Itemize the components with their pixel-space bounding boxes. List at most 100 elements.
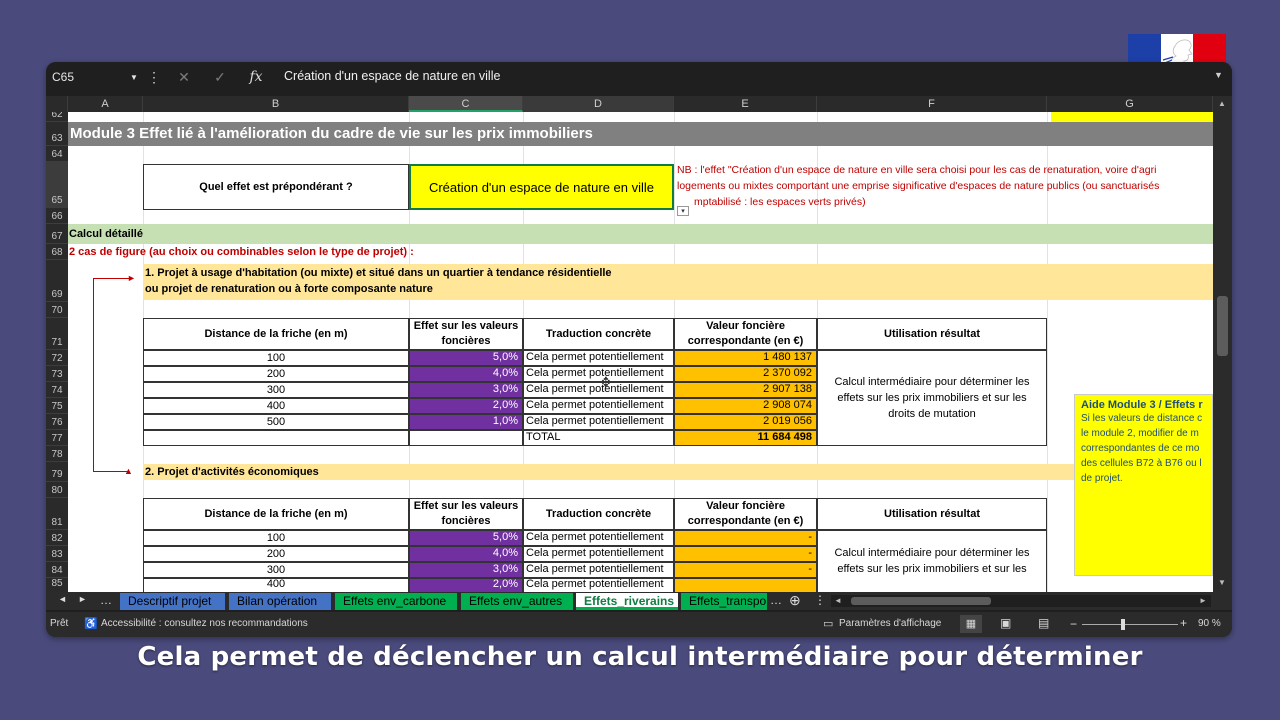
table2-header-utilisation[interactable]: Utilisation résultat xyxy=(817,498,1047,530)
help-note[interactable]: Aide Module 3 / Effets r Si les valeurs … xyxy=(1074,394,1213,576)
column-header-d[interactable]: D xyxy=(523,96,674,112)
row-header[interactable]: 68 xyxy=(46,244,68,260)
effet-cell[interactable]: 5,0% xyxy=(409,530,523,546)
column-header-a[interactable]: A xyxy=(68,96,143,112)
zoom-in-icon[interactable]: + xyxy=(1180,616,1187,630)
row-header[interactable]: 71 xyxy=(46,318,68,350)
table1-header-traduction[interactable]: Traduction concrète xyxy=(523,318,674,350)
row-header[interactable]: 62 xyxy=(46,112,68,122)
case2-banner[interactable]: 2. Projet d'activités économiques xyxy=(143,464,1213,480)
table2-header-valeur[interactable]: Valeur foncière correspondante (en €) xyxy=(674,498,817,530)
valeur-cell[interactable]: 2 370 092 xyxy=(674,366,817,382)
distance-cell[interactable]: 300 xyxy=(143,382,409,398)
zoom-out-icon[interactable]: − xyxy=(1070,617,1077,631)
row-header[interactable]: 83 xyxy=(46,546,68,562)
select-all-corner[interactable] xyxy=(46,96,68,112)
chevron-down-icon[interactable]: ▼ xyxy=(130,68,138,87)
scroll-up-icon[interactable]: ▲ xyxy=(1218,99,1226,108)
distance-cell[interactable]: 500 xyxy=(143,414,409,430)
empty-cell[interactable] xyxy=(143,430,409,446)
traduction-cell[interactable]: Cela permet potentiellement xyxy=(523,414,674,430)
zoom-level[interactable]: 90 % xyxy=(1198,618,1221,629)
column-header-f[interactable]: F xyxy=(817,96,1047,112)
row-header[interactable]: 73 xyxy=(46,366,68,382)
traduction-cell[interactable]: Cela permet potentiellement xyxy=(523,398,674,414)
case1-title[interactable]: 1. Projet à usage d'habitation (ou mixte… xyxy=(145,267,845,281)
row-header[interactable]: 74 xyxy=(46,382,68,398)
horizontal-scroll-thumb[interactable] xyxy=(851,597,991,605)
column-header-b[interactable]: B xyxy=(143,96,409,112)
effet-cell[interactable]: 4,0% xyxy=(409,546,523,562)
worksheet-grid[interactable]: 62 63 64 65 66 67 68 69 70 71 72 73 74 7… xyxy=(46,112,1213,597)
dropdown-arrow-icon[interactable]: ▾ xyxy=(677,206,689,216)
valeur-cell[interactable]: 2 908 074 xyxy=(674,398,817,414)
sheet-tab-bilan-operation[interactable]: Bilan opération xyxy=(229,593,331,610)
insert-function-icon[interactable]: fx xyxy=(246,67,266,87)
empty-cell[interactable] xyxy=(409,430,523,446)
effet-cell[interactable]: 3,0% xyxy=(409,562,523,578)
distance-cell[interactable]: 100 xyxy=(143,530,409,546)
zoom-slider-thumb[interactable] xyxy=(1121,619,1125,630)
utilisation-cell[interactable]: Calcul intermédiaire pour déterminer les… xyxy=(817,530,1047,597)
distance-cell[interactable]: 300 xyxy=(143,562,409,578)
scroll-right-icon[interactable]: ► xyxy=(1199,596,1207,605)
cancel-icon[interactable]: ✕ xyxy=(174,67,194,87)
row-header[interactable]: 69 xyxy=(46,260,68,302)
distance-cell[interactable]: 200 xyxy=(143,546,409,562)
valeur-cell[interactable]: - xyxy=(674,562,817,578)
selected-cell-c65[interactable]: Création d'un espace de nature en ville xyxy=(409,164,674,210)
page-layout-view-icon[interactable]: ▣ xyxy=(1000,616,1011,630)
row-header[interactable]: 70 xyxy=(46,302,68,318)
question-label[interactable]: Quel effet est prépondérant ? xyxy=(143,164,409,210)
table1-header-effet[interactable]: Effet sur les valeurs foncières xyxy=(409,318,523,350)
horizontal-scrollbar[interactable]: ◄ ► xyxy=(831,595,1211,607)
valeur-cell[interactable]: 2 907 138 xyxy=(674,382,817,398)
valeur-cell[interactable]: 2 019 056 xyxy=(674,414,817,430)
effet-cell[interactable]: 3,0% xyxy=(409,382,523,398)
distance-cell[interactable]: 100 xyxy=(143,350,409,366)
traduction-cell[interactable]: Cela permet potentiellement xyxy=(523,562,674,578)
valeur-cell[interactable]: 1 480 137 xyxy=(674,350,817,366)
row-header[interactable]: 66 xyxy=(46,208,68,224)
more-tabs-icon[interactable]: … xyxy=(770,593,782,607)
table1-header-distance[interactable]: Distance de la friche (en m) xyxy=(143,318,409,350)
next-sheet-icon[interactable]: ► xyxy=(78,594,87,604)
traduction-cell[interactable]: Cela permet potentiellement xyxy=(523,382,674,398)
table1-header-utilisation[interactable]: Utilisation résultat xyxy=(817,318,1047,350)
sheet-tab-descriptif-projet[interactable]: Descriptif projet xyxy=(120,593,225,610)
section-calcul-detaille[interactable]: Calcul détaillé xyxy=(68,224,1213,244)
yellow-highlight-cell[interactable] xyxy=(1051,112,1213,122)
row-header[interactable]: 78 xyxy=(46,446,68,462)
row-header[interactable]: 65 xyxy=(46,162,68,208)
utilisation-cell[interactable]: Calcul intermédiaire pour déterminer les… xyxy=(817,350,1047,446)
effet-cell[interactable]: 4,0% xyxy=(409,366,523,382)
row-header[interactable]: 82 xyxy=(46,530,68,546)
row-header[interactable]: 84 xyxy=(46,562,68,578)
row-header[interactable]: 76 xyxy=(46,414,68,430)
row-header[interactable]: 81 xyxy=(46,498,68,530)
row-header[interactable]: 79 xyxy=(46,462,68,482)
more-options-icon[interactable]: ⋮ xyxy=(144,67,164,87)
sheet-tab-effets-transpo[interactable]: Effets_transpo xyxy=(681,593,767,610)
enter-check-icon[interactable]: ✓ xyxy=(210,67,230,87)
column-header-e[interactable]: E xyxy=(674,96,817,112)
tab-options-icon[interactable]: ⋮ xyxy=(814,593,826,607)
effet-cell[interactable]: 2,0% xyxy=(409,398,523,414)
vertical-scrollbar[interactable]: ▲ ▼ xyxy=(1213,96,1232,597)
column-header-c[interactable]: C xyxy=(409,96,523,112)
valeur-cell[interactable]: - xyxy=(674,530,817,546)
row-header[interactable]: 64 xyxy=(46,146,68,162)
effet-cell[interactable]: 1,0% xyxy=(409,414,523,430)
scroll-down-icon[interactable]: ▼ xyxy=(1218,578,1226,587)
display-settings-button[interactable]: Paramètres d'affichage xyxy=(839,618,941,629)
sheet-tab-effets-env-carbone[interactable]: Effets env_carbone xyxy=(335,593,457,610)
table1-header-valeur[interactable]: Valeur foncière correspondante (en €) xyxy=(674,318,817,350)
row-header[interactable]: 63 xyxy=(46,122,68,146)
traduction-cell[interactable]: Cela permet potentiellement xyxy=(523,530,674,546)
scroll-left-icon[interactable]: ◄ xyxy=(834,596,842,605)
traduction-cell[interactable]: Cela permet potentiellement xyxy=(523,546,674,562)
sheet-tab-effets-env-autres[interactable]: Effets env_autres xyxy=(461,593,573,610)
valeur-cell[interactable]: - xyxy=(674,546,817,562)
nb-note-line[interactable]: logements ou mixtes comportant une empri… xyxy=(677,180,1213,194)
distance-cell[interactable]: 200 xyxy=(143,366,409,382)
